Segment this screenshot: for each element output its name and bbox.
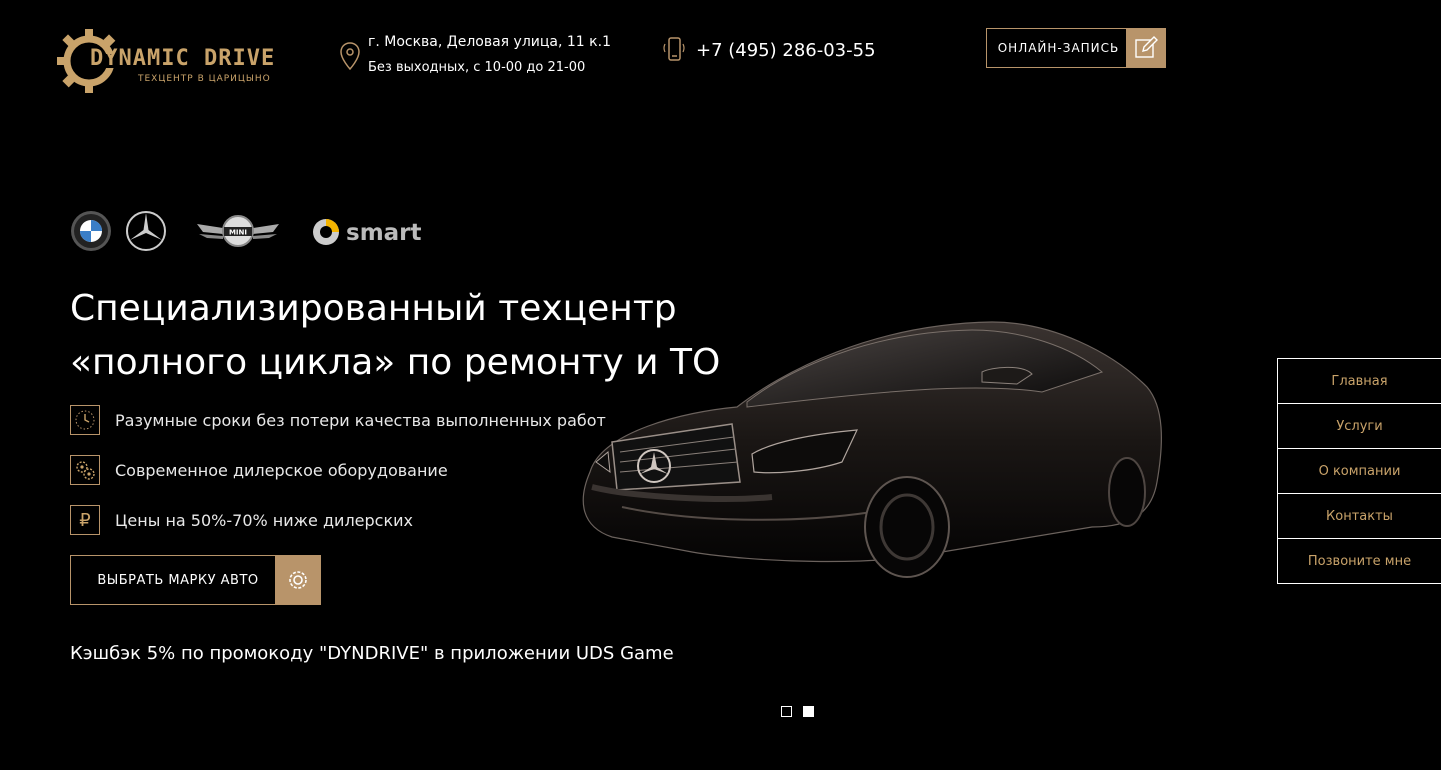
feature-item: Разумные сроки без потери качества выпол… (70, 405, 606, 435)
nav-item-about[interactable]: О компании (1278, 449, 1441, 494)
choose-brand-label: ВЫБРАТЬ МАРКУ АВТО (97, 572, 259, 588)
feature-text: Разумные сроки без потери качества выпол… (115, 410, 606, 430)
nav-item-contacts[interactable]: Контакты (1278, 494, 1441, 539)
clock-icon (70, 405, 100, 435)
slider-dot-1[interactable] (781, 706, 792, 717)
nav-item-callback[interactable]: Позвоните мне (1278, 539, 1441, 583)
nav-item-services[interactable]: Услуги (1278, 404, 1441, 449)
nav-item-home[interactable]: Главная (1278, 359, 1441, 404)
choose-brand-button[interactable]: ВЫБРАТЬ МАРКУ АВТО (70, 555, 321, 605)
smart-logo-icon[interactable]: smart (310, 216, 430, 248)
feature-text: Цены на 50%-70% ниже дилерских (115, 510, 413, 530)
bmw-logo-icon[interactable] (70, 210, 112, 252)
feature-text: Современное дилерское оборудование (115, 460, 448, 480)
car-image (582, 321, 1162, 578)
logo[interactable]: DYNAMIC DRIVE ТЕХЦЕНТР В ЦАРИЦЫНО (56, 26, 280, 96)
slider-dots (781, 706, 814, 717)
logo-brand: DYNAMIC DRIVE (90, 46, 276, 71)
gears-icon (70, 455, 100, 485)
cashback-text: Кэшбэк 5% по промокоду "DYNDRIVE" в прил… (70, 643, 674, 664)
address-line: г. Москва, Деловая улица, 11 к.1 (368, 34, 611, 50)
map-pin-icon (340, 42, 360, 70)
online-booking-label: ОНЛАЙН-ЗАПИСЬ (997, 41, 1120, 55)
feature-item: Современное дилерское оборудование (70, 455, 448, 485)
logo-tagline: ТЕХЦЕНТР В ЦАРИЦЫНО (138, 74, 271, 84)
feature-item: ₽ Цены на 50%-70% ниже дилерских (70, 505, 413, 535)
edit-icon (1126, 28, 1166, 68)
mercedes-logo-icon[interactable] (125, 210, 167, 252)
mini-logo-icon[interactable]: MINI (195, 214, 281, 248)
phone-icon (663, 37, 685, 61)
gear-icon (275, 555, 321, 605)
hours-line: Без выходных, с 10-00 до 21-00 (368, 60, 586, 75)
smart-logo-label: smart (346, 220, 422, 246)
side-nav: Главная Услуги О компании Контакты Позво… (1277, 358, 1441, 584)
online-booking-button[interactable]: ОНЛАЙН-ЗАПИСЬ (986, 28, 1166, 68)
ruble-icon: ₽ (70, 505, 100, 535)
slider-dot-2[interactable] (803, 706, 814, 717)
phone-number[interactable]: +7 (495) 286-03-55 (696, 40, 876, 61)
mini-logo-label: MINI (229, 229, 247, 237)
